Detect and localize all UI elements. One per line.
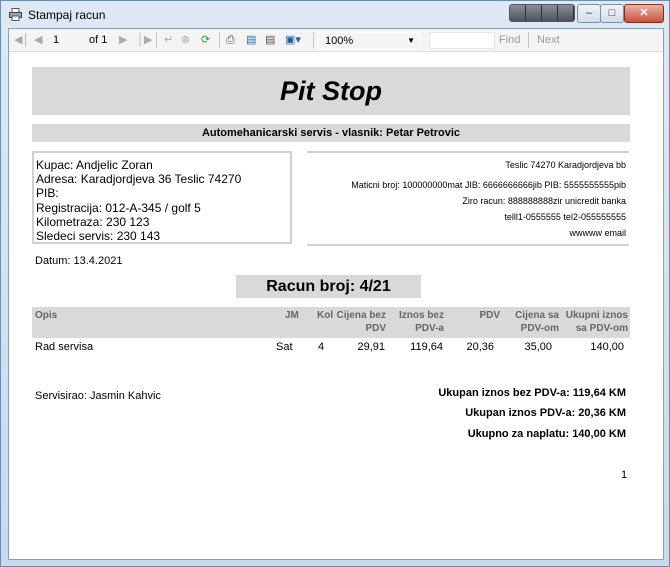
page-number-input[interactable]: 1	[53, 32, 59, 48]
company-info-box: Teslic 74270 Karadjordjeva bb Maticni br…	[307, 151, 629, 246]
close-button[interactable]: ✕	[624, 4, 664, 23]
col-opis: Opis	[35, 310, 58, 321]
window-title: Stampaj racun	[28, 8, 106, 22]
toolbar-separator	[219, 32, 220, 48]
title-bar: Stampaj racun – □ ✕	[1, 1, 669, 28]
maximize-button[interactable]: □	[600, 4, 624, 23]
col-iznos-bez: Iznos bez PDV-a	[398, 310, 444, 334]
first-page-icon[interactable]: ◀│	[14, 32, 29, 48]
minimize-button[interactable]: –	[577, 4, 601, 23]
zoom-value: 100%	[325, 35, 354, 47]
col-cijena-bez: Cijena bez PDV	[336, 310, 386, 334]
col-cijena-sa: Cijena sa PDV-om	[515, 310, 559, 334]
tray-icon-1[interactable]	[510, 5, 526, 21]
total-without-vat: Ukupan iznos bez PDV-a: 119,64 KM	[438, 387, 626, 399]
refresh-icon[interactable]: ⟳	[201, 32, 210, 48]
invoice-date: Datum: 13.4.2021	[35, 255, 123, 267]
col-ukupno: Ukupni iznos sa PDV-om	[565, 310, 628, 334]
maximize-icon: □	[608, 7, 616, 19]
toolbar-separator	[156, 32, 157, 48]
tray-icon-3[interactable]	[542, 5, 558, 21]
next-service: Sledeci servis: 230 143	[36, 229, 161, 244]
page-setup-icon[interactable]: ▤	[265, 32, 275, 48]
report-subheader: Automehanicarski servis - vlasnik: Petar…	[32, 124, 630, 142]
table-header: Opis JM Kol Cijena bez PDV Iznos bez PDV-a…	[32, 307, 630, 338]
total-vat: Ukupan iznos PDV-a: 20,36 KM	[465, 407, 626, 419]
page-count-label: of 1	[89, 34, 108, 46]
cell-iznos-bez: 119,64	[410, 341, 443, 353]
company-phone: telll1-0555555 tel2-055555555	[504, 212, 626, 222]
next-page-icon[interactable]: ▶	[119, 32, 127, 48]
cell-pdv: 20,36	[466, 341, 494, 353]
print-icon[interactable]: ⎙	[226, 32, 235, 48]
chevron-down-icon: ▼	[407, 36, 415, 45]
find-button[interactable]: Find	[499, 32, 520, 48]
serviced-by: Servisirao: Jasmin Kahvic	[35, 390, 161, 402]
cell-kol: 4	[318, 341, 325, 353]
back-icon[interactable]: ↵	[164, 32, 173, 48]
customer-name: Kupac: Andjelic Zoran	[36, 158, 153, 172]
find-input[interactable]	[429, 32, 495, 49]
cell-cijena-sa: 35,00	[524, 341, 552, 353]
printer-icon	[9, 8, 22, 21]
vehicle-registration: Registracija: 012-A-345 / golf 5	[36, 200, 201, 215]
close-icon: ✕	[639, 7, 649, 19]
col-pdv: PDV	[479, 310, 500, 321]
minimize-icon: –	[585, 7, 593, 19]
tray-icon-4[interactable]	[558, 5, 574, 21]
report-toolbar: ◀│ ◀ 1 of 1 ▶ │▶ ↵ ⊗ ⟳ ⎙ ▤ ▤ ▣▾ 100% ▼ F…	[9, 29, 663, 52]
prev-page-icon[interactable]: ◀	[34, 32, 42, 48]
find-next-button[interactable]: Next	[537, 32, 560, 48]
system-tray-icons	[509, 4, 575, 22]
customer-info-box: Kupac: Andjelic Zoran Adresa: Karadjordj…	[32, 151, 292, 244]
cell-jm: Sat	[276, 341, 293, 353]
page-number: 1	[621, 469, 628, 481]
report-viewer: ◀│ ◀ 1 of 1 ▶ │▶ ↵ ⊗ ⟳ ⎙ ▤ ▤ ▣▾ 100% ▼ F…	[8, 28, 664, 560]
cell-opis: Rad servisa	[35, 341, 94, 353]
toolbar-separator	[528, 32, 529, 48]
invoice-number: Racun broj: 4/21	[236, 275, 421, 298]
customer-address: Adresa: Karadjordjeva 36 Teslic 74270	[36, 172, 242, 187]
zoom-select[interactable]: 100% ▼	[318, 32, 420, 50]
cell-cijena-bez: 29,91	[357, 341, 385, 353]
company-email: wwwww email	[569, 228, 626, 238]
total-to-pay: Ukupno za naplatu: 140,00 KM	[467, 428, 626, 440]
report-page: Pit Stop Automehanicarski servis - vlasn…	[9, 52, 663, 559]
customer-pib: PIB:	[36, 186, 59, 201]
print-layout-icon[interactable]: ▤	[246, 32, 256, 48]
tray-icon-2[interactable]	[526, 5, 542, 21]
last-page-icon[interactable]: │▶	[137, 32, 152, 48]
company-bank: Ziro racun: 888888888zir unicredit banka	[462, 196, 626, 206]
col-jm: JM	[285, 310, 299, 321]
report-window: Stampaj racun – □ ✕ ◀│ ◀ 1 of 1 ▶ │▶ ↵ ⊗	[0, 0, 670, 567]
cell-ukupno: 140,00	[590, 341, 624, 353]
report-title: Pit Stop	[32, 67, 630, 115]
export-icon[interactable]: ▣▾	[285, 32, 301, 48]
company-ids: Maticni broj: 100000000mat JIB: 66666666…	[351, 180, 626, 190]
stop-icon[interactable]: ⊗	[181, 32, 190, 48]
toolbar-separator	[313, 32, 314, 48]
vehicle-mileage: Kilometraza: 230 123	[36, 214, 150, 229]
company-address: Teslic 74270 Karadjordjeva bb	[505, 160, 626, 170]
